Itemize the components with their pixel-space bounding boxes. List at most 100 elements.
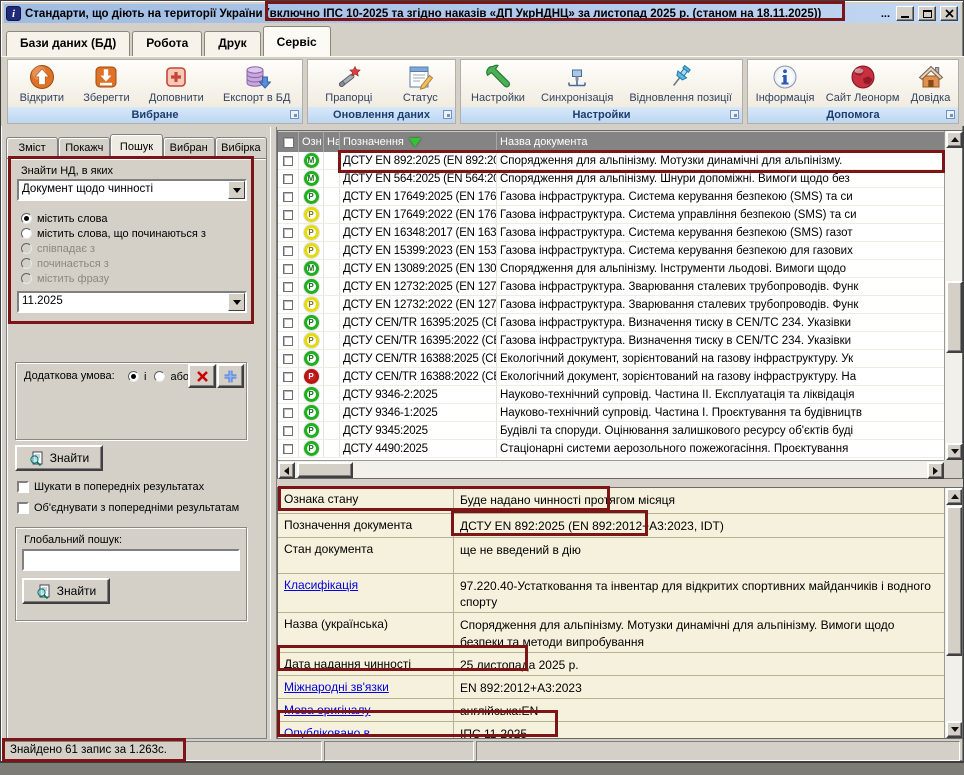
table-row[interactable]: Р ДСТУ CEN/TR 16388:2025 (CEN/TR 16: Еко… bbox=[278, 350, 944, 368]
table-row[interactable]: Р ДСТУ EN 12732:2022 (EN 12732:2021, Газ… bbox=[278, 296, 944, 314]
find-button[interactable]: Знайти bbox=[15, 445, 103, 471]
search-option-checkbox[interactable]: Об'єднувати з попередніми результатам bbox=[17, 502, 262, 514]
row-checkbox[interactable] bbox=[283, 210, 293, 220]
ribbon-button[interactable]: Настройки bbox=[468, 62, 528, 105]
ribbon-button[interactable]: Статус bbox=[400, 62, 441, 105]
maximize-button[interactable] bbox=[918, 6, 936, 21]
row-checkbox[interactable] bbox=[283, 192, 293, 202]
row-select-cell[interactable] bbox=[278, 296, 299, 313]
table-row[interactable]: М ДСТУ EN 892:2025 (EN 892:2012+A3:20 Сп… bbox=[278, 152, 944, 170]
row-select-cell[interactable] bbox=[278, 350, 299, 367]
table-horizontal-scrollbar[interactable] bbox=[278, 460, 944, 478]
row-checkbox[interactable] bbox=[283, 444, 293, 454]
table-row[interactable]: Р ДСТУ EN 17649:2022 (EN 17649:2022, Газ… bbox=[278, 206, 944, 224]
ribbon-button[interactable]: Синхронізація bbox=[538, 62, 616, 105]
row-select-cell[interactable] bbox=[278, 386, 299, 403]
row-select-cell[interactable] bbox=[278, 224, 299, 241]
search-mode-radio[interactable]: співпадає з bbox=[21, 241, 206, 256]
details-label[interactable]: Класифікація bbox=[278, 574, 454, 612]
scroll-left-button[interactable] bbox=[278, 462, 295, 479]
sidebar-tab[interactable]: Вибірка bbox=[215, 137, 267, 158]
table-row[interactable]: Р ДСТУ CEN/TR 16395:2025 (CEN/TR 16: Газ… bbox=[278, 314, 944, 332]
row-select-cell[interactable] bbox=[278, 368, 299, 385]
scrollbar-thumb[interactable] bbox=[297, 462, 353, 478]
scrollbar-thumb[interactable] bbox=[946, 506, 963, 656]
search-term-select[interactable]: 11.2025 bbox=[17, 291, 247, 313]
details-label[interactable]: Міжнародні зв'язки bbox=[278, 676, 454, 698]
row-select-cell[interactable] bbox=[278, 422, 299, 439]
ribbon-button[interactable]: Відкрити bbox=[17, 62, 67, 105]
search-mode-radio[interactable]: містить слова bbox=[21, 211, 206, 226]
ribbon-button[interactable]: Експорт в БД bbox=[220, 62, 293, 105]
ribbon-tab[interactable]: Друк bbox=[204, 31, 260, 56]
table-row[interactable]: Р ДСТУ 4490:2025 Стаціонарні системи аер… bbox=[278, 440, 944, 458]
sidebar-tab[interactable]: Покажч bbox=[58, 137, 110, 158]
ribbon-button[interactable]: Прапорці bbox=[322, 62, 375, 105]
row-select-cell[interactable] bbox=[278, 332, 299, 349]
table-row[interactable]: Р ДСТУ CEN/TR 16395:2022 (CEN/TR 16: Газ… bbox=[278, 332, 944, 350]
ribbon-button[interactable]: Сайт Леонорм bbox=[823, 62, 903, 105]
ribbon-button[interactable]: Відновлення позиції bbox=[626, 62, 735, 105]
details-label[interactable]: Позначення документа bbox=[278, 514, 454, 537]
row-checkbox[interactable] bbox=[283, 156, 293, 166]
row-select-cell[interactable] bbox=[278, 404, 299, 421]
ribbon-tab[interactable]: Бази даних (БД) bbox=[6, 31, 130, 56]
global-find-button[interactable]: Знайти bbox=[22, 578, 110, 604]
table-row[interactable]: Р ДСТУ 9346-2:2025 Науково-технічний суп… bbox=[278, 386, 944, 404]
select-all-header[interactable] bbox=[278, 131, 299, 152]
column-header-mark[interactable]: Озн bbox=[299, 131, 324, 152]
table-vertical-scrollbar[interactable] bbox=[944, 131, 962, 460]
panel-splitter[interactable] bbox=[270, 127, 277, 739]
dialog-launcher-icon[interactable] bbox=[443, 110, 452, 119]
condition-operator-radio[interactable]: і bbox=[128, 369, 146, 384]
scroll-down-button[interactable] bbox=[946, 721, 963, 738]
table-row[interactable]: Р ДСТУ 9346-1:2025 Науково-технічний суп… bbox=[278, 404, 944, 422]
ribbon-button[interactable]: Доповнити bbox=[146, 62, 207, 105]
details-label[interactable]: Опубліковано в bbox=[278, 722, 454, 738]
row-select-cell[interactable] bbox=[278, 206, 299, 223]
row-checkbox[interactable] bbox=[283, 264, 293, 274]
search-mode-radio[interactable]: починається з bbox=[21, 256, 206, 271]
select-all-checkbox[interactable] bbox=[283, 137, 294, 148]
row-select-cell[interactable] bbox=[278, 170, 299, 187]
sidebar-tab[interactable]: Пошук bbox=[110, 134, 162, 158]
filter-icon[interactable] bbox=[409, 138, 421, 147]
table-row[interactable]: М ДСТУ EN 564:2025 (EN 564:2023, IDT) Сп… bbox=[278, 170, 944, 188]
row-select-cell[interactable] bbox=[278, 152, 299, 169]
ribbon-button[interactable]: Інформація bbox=[753, 62, 818, 105]
search-mode-radio[interactable]: містить фразу bbox=[21, 271, 206, 286]
search-option-checkbox[interactable]: Шукати в попередніх результатах bbox=[17, 481, 262, 493]
details-label[interactable]: Ознака стану bbox=[278, 488, 454, 513]
dialog-launcher-icon[interactable] bbox=[290, 110, 299, 119]
scrollbar-thumb[interactable] bbox=[946, 281, 963, 353]
scroll-down-button[interactable] bbox=[946, 443, 963, 460]
row-checkbox[interactable] bbox=[283, 282, 293, 292]
dialog-launcher-icon[interactable] bbox=[946, 110, 955, 119]
dialog-launcher-icon[interactable] bbox=[730, 110, 739, 119]
row-select-cell[interactable] bbox=[278, 242, 299, 259]
table-row[interactable]: Р ДСТУ EN 12732:2025 (EN 12732:2021, Газ… bbox=[278, 278, 944, 296]
scroll-up-button[interactable] bbox=[946, 488, 963, 505]
details-label[interactable]: Дата надання чинності bbox=[278, 653, 454, 675]
row-select-cell[interactable] bbox=[278, 278, 299, 295]
row-select-cell[interactable] bbox=[278, 440, 299, 457]
ribbon-button[interactable]: Зберегти bbox=[80, 62, 132, 105]
row-checkbox[interactable] bbox=[283, 300, 293, 310]
ribbon-button[interactable]: Довідка bbox=[908, 62, 954, 105]
table-row[interactable]: Р ДСТУ 9345:2025 Будівлі та споруди. Оці… bbox=[278, 422, 944, 440]
global-search-input[interactable] bbox=[22, 549, 240, 571]
table-row[interactable]: Р ДСТУ EN 16348:2017 (EN 16348:2013, Газ… bbox=[278, 224, 944, 242]
row-checkbox[interactable] bbox=[283, 372, 293, 382]
condition-operator-radio[interactable]: або bbox=[154, 369, 189, 384]
row-select-cell[interactable] bbox=[278, 314, 299, 331]
search-mode-radio[interactable]: містить слова, що починаються з bbox=[21, 226, 206, 241]
dropdown-button[interactable] bbox=[228, 181, 245, 199]
details-label[interactable]: Назва (українська) bbox=[278, 613, 454, 651]
scroll-up-button[interactable] bbox=[946, 131, 963, 148]
close-button[interactable] bbox=[940, 6, 958, 21]
row-checkbox[interactable] bbox=[283, 246, 293, 256]
ribbon-tab[interactable]: Сервіс bbox=[263, 26, 331, 56]
remove-condition-button[interactable] bbox=[188, 364, 216, 388]
row-select-cell[interactable] bbox=[278, 260, 299, 277]
table-details-splitter[interactable] bbox=[277, 479, 963, 487]
